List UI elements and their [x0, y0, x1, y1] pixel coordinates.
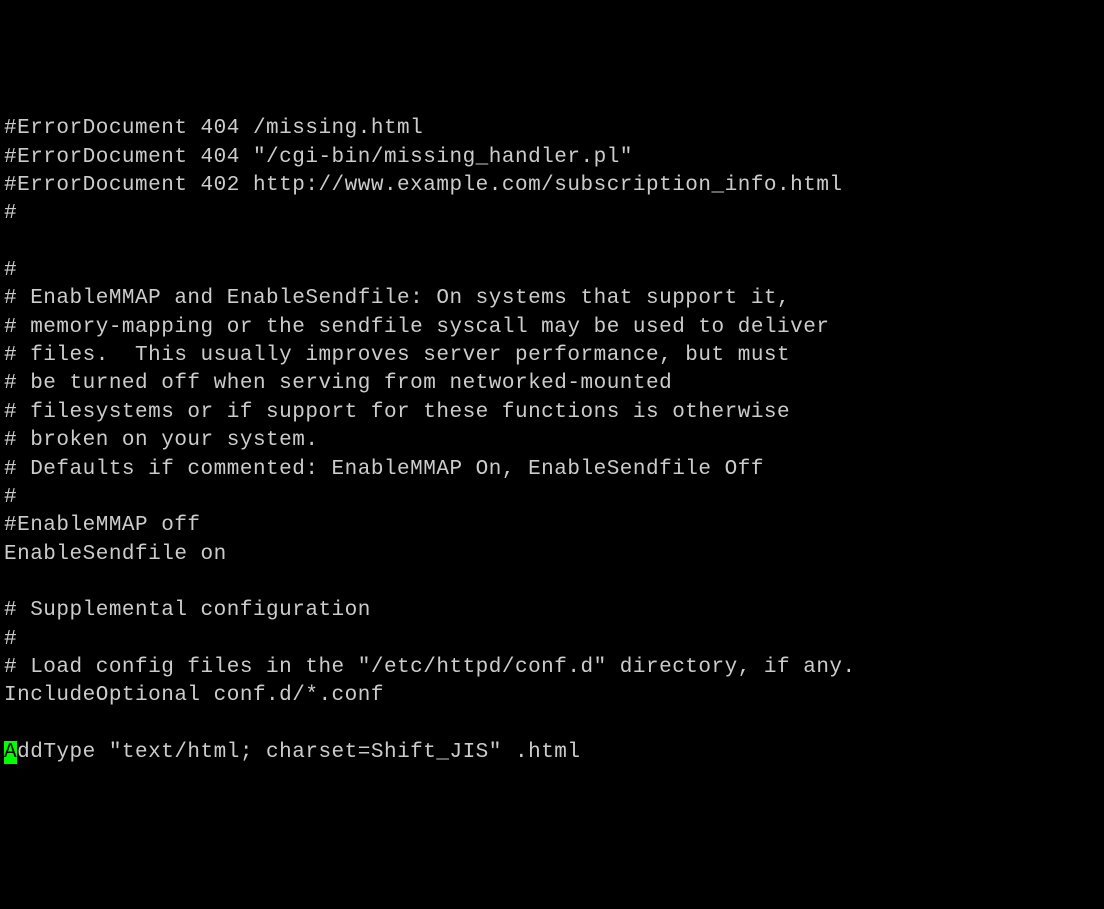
config-line: # files. This usually improves server pe…	[4, 342, 1100, 370]
config-line: # be turned off when serving from networ…	[4, 370, 1100, 398]
config-line	[4, 229, 1100, 257]
config-line: # memory-mapping or the sendfile syscall…	[4, 314, 1100, 342]
config-line: IncludeOptional conf.d/*.conf	[4, 682, 1100, 710]
cursor-line: AddType "text/html; charset=Shift_JIS" .…	[4, 739, 1100, 767]
config-line: #	[4, 257, 1100, 285]
config-line: # filesystems or if support for these fu…	[4, 399, 1100, 427]
config-line: # Load config files in the "/etc/httpd/c…	[4, 654, 1100, 682]
config-line: #ErrorDocument 404 "/cgi-bin/missing_han…	[4, 144, 1100, 172]
config-line: #ErrorDocument 402 http://www.example.co…	[4, 172, 1100, 200]
config-line: EnableSendfile on	[4, 541, 1100, 569]
config-line: #	[4, 626, 1100, 654]
config-line: # Defaults if commented: EnableMMAP On, …	[4, 456, 1100, 484]
config-line	[4, 569, 1100, 597]
cursor: A	[4, 741, 17, 764]
config-line: #EnableMMAP off	[4, 512, 1100, 540]
cursor-line-rest: ddType "text/html; charset=Shift_JIS" .h…	[17, 741, 580, 764]
config-line: # Supplemental configuration	[4, 597, 1100, 625]
config-line: # EnableMMAP and EnableSendfile: On syst…	[4, 285, 1100, 313]
config-line: #	[4, 200, 1100, 228]
config-line: #	[4, 484, 1100, 512]
terminal-editor[interactable]: #ErrorDocument 404 /missing.html#ErrorDo…	[4, 115, 1100, 767]
config-line: # broken on your system.	[4, 427, 1100, 455]
config-line: #ErrorDocument 404 /missing.html	[4, 115, 1100, 143]
config-line	[4, 711, 1100, 739]
